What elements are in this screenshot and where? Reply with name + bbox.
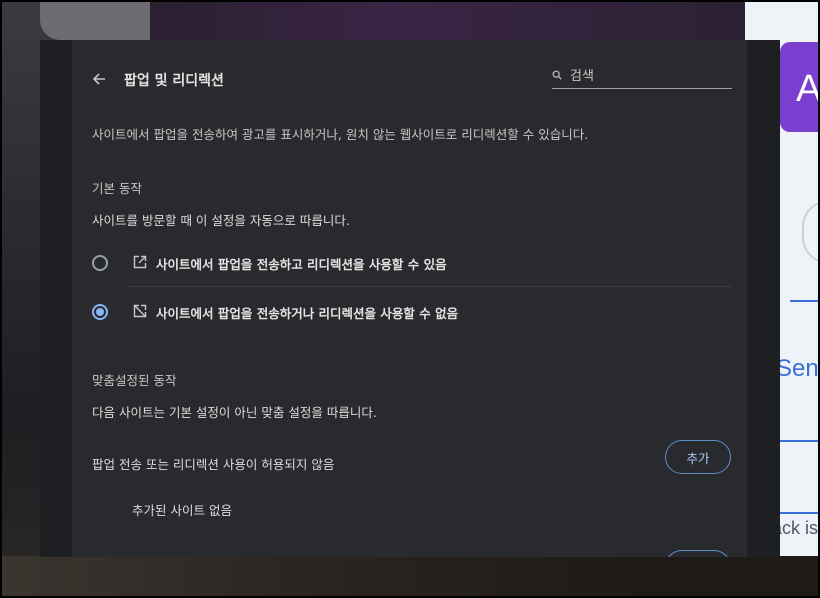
- background-text: Sen: [776, 355, 819, 382]
- background-bottom: [0, 556, 820, 598]
- default-behavior-subtitle: 사이트를 방문할 때 이 설정을 자동으로 따릅니다.: [92, 213, 350, 228]
- search-icon: [552, 70, 562, 80]
- empty-list-text: 추가된 사이트 없음: [132, 503, 232, 518]
- blocked-list-label: 팝업 전송 또는 리디렉션 사용이 허용되지 않음: [92, 457, 335, 472]
- divider: [128, 286, 732, 287]
- background-letter: A: [796, 68, 820, 110]
- page-title: 팝업 및 리디렉션: [124, 73, 224, 89]
- page-header: 팝업 및 리디렉션: [72, 40, 747, 118]
- default-behavior-title: 기본 동작: [92, 181, 142, 196]
- background-line: [790, 300, 820, 302]
- radio-button-allow[interactable]: [92, 255, 108, 271]
- radio-button-block[interactable]: [92, 304, 108, 320]
- page-description: 사이트에서 팝업을 전송하여 광고를 표시하거나, 원치 않는 웹사이트로 리디…: [92, 127, 589, 142]
- custom-behavior-subtitle: 다음 사이트는 기본 설정이 아닌 맞춤 설정을 따릅니다.: [92, 405, 377, 420]
- settings-window: 팝업 및 리디렉션 사이트에서 팝업을 전송하여 광고를 표시하거나, 원치 않…: [40, 40, 780, 557]
- back-button[interactable]: [86, 66, 112, 92]
- search-box[interactable]: [552, 66, 732, 89]
- settings-page: 팝업 및 리디렉션 사이트에서 팝업을 전송하여 광고를 표시하거나, 원치 않…: [72, 40, 747, 557]
- arrow-back-icon: [92, 73, 105, 85]
- radio-option-allow[interactable]: 사이트에서 팝업을 전송하고 리디렉션을 사용할 수 있음: [72, 239, 747, 287]
- radio-label-allow: 사이트에서 팝업을 전송하고 리디렉션을 사용할 수 있음: [156, 257, 447, 272]
- search-input[interactable]: [570, 66, 730, 86]
- radio-label-block: 사이트에서 팝업을 전송하거나 리디렉션을 사용할 수 없음: [156, 306, 459, 321]
- add-site-button-2[interactable]: [665, 550, 731, 557]
- radio-option-block[interactable]: 사이트에서 팝업을 전송하거나 리디렉션을 사용할 수 없음: [72, 288, 747, 336]
- add-site-button[interactable]: 추가: [665, 440, 731, 474]
- custom-behavior-title: 맞춤설정된 동작: [92, 373, 177, 388]
- background-app-icon: A: [780, 42, 820, 132]
- open-in-new-icon: [133, 255, 147, 269]
- popup-blocked-icon: [133, 304, 147, 318]
